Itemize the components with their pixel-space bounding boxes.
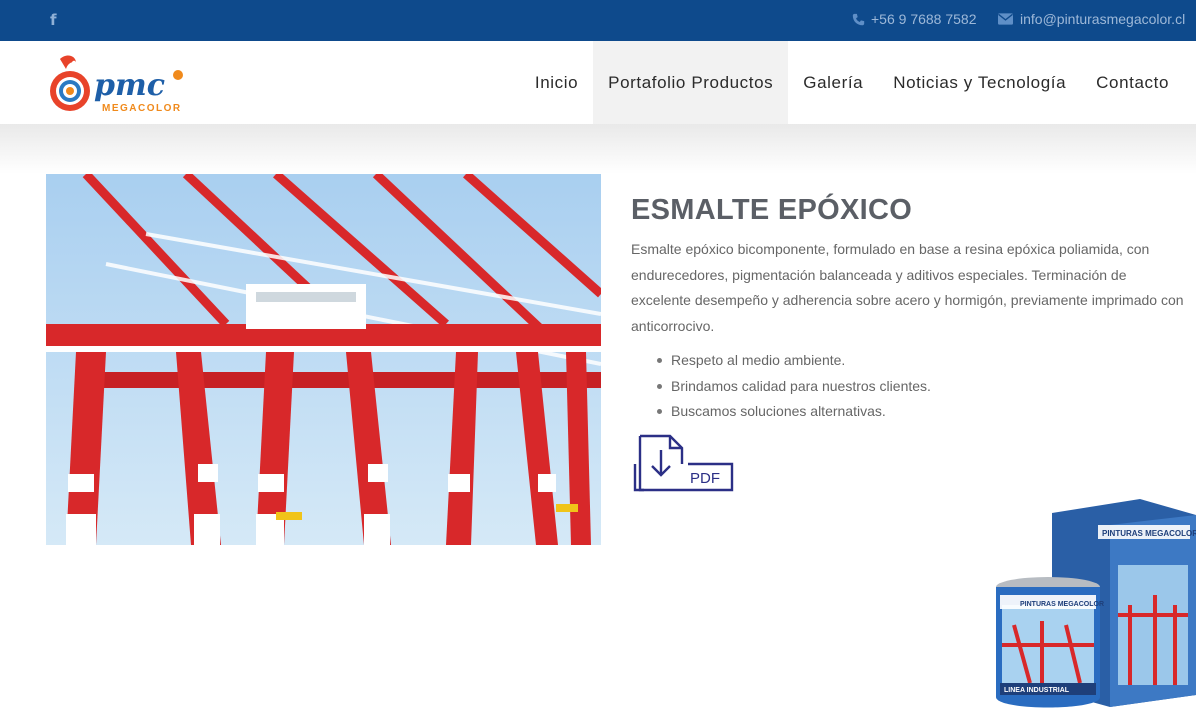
email-contact[interactable]: info@pinturasmegacolor.cl (998, 11, 1185, 27)
feature-item: Respeto al medio ambiente. (657, 348, 931, 374)
brand-logo[interactable]: pmc MEGACOLOR (46, 51, 196, 115)
nav-portafolio-productos[interactable]: Portafolio Productos (593, 41, 789, 124)
nav-noticias-tecnologia[interactable]: Noticias y Tecnología (878, 41, 1081, 124)
logo-text: pmc (94, 68, 165, 103)
feature-item: Buscamos soluciones alternativas. (657, 399, 931, 425)
product-title: ESMALTE EPÓXICO (631, 194, 913, 226)
pdf-download-icon[interactable]: PDF (632, 434, 738, 494)
top-bar: f +56 9 7688 7582 info@pinturasmegacolor… (0, 0, 1196, 41)
phone-number: +56 9 7688 7582 (871, 11, 977, 27)
paint-cans-image: PINTURAS MEGACOLOR PINTURAS MEGACOLOR LI… (996, 499, 1196, 708)
nav-galeria[interactable]: Galería (788, 41, 878, 124)
header-shadow-band (0, 124, 1196, 174)
phone-contact[interactable]: +56 9 7688 7582 (852, 11, 977, 27)
nav-contacto[interactable]: Contacto (1081, 41, 1184, 124)
can-line-label: LINEA INDUSTRIAL (1004, 687, 1070, 694)
facebook-icon[interactable]: f (50, 11, 57, 29)
can-brand-label: PINTURAS MEGACOLOR (1102, 529, 1196, 538)
product-description: Esmalte epóxico bicomponente, formulado … (631, 241, 1184, 334)
phone-icon (852, 13, 865, 25)
product-features-list: Respeto al medio ambiente. Brindamos cal… (657, 348, 931, 425)
product-photo-cranes (46, 174, 601, 545)
envelope-icon (998, 13, 1013, 25)
feature-item: Brindamos calidad para nuestros clientes… (657, 374, 931, 400)
main-navigation: Inicio Portafolio Productos Galería Noti… (520, 41, 1184, 124)
nav-inicio[interactable]: Inicio (520, 41, 593, 124)
small-can-brand-label: PINTURAS MEGACOLOR (1020, 601, 1104, 608)
logo-subtext: MEGACOLOR (102, 103, 182, 114)
header: pmc MEGACOLOR Inicio Portafolio Producto… (0, 41, 1196, 124)
email-address: info@pinturasmegacolor.cl (1020, 11, 1186, 27)
pdf-label: PDF (690, 470, 720, 487)
